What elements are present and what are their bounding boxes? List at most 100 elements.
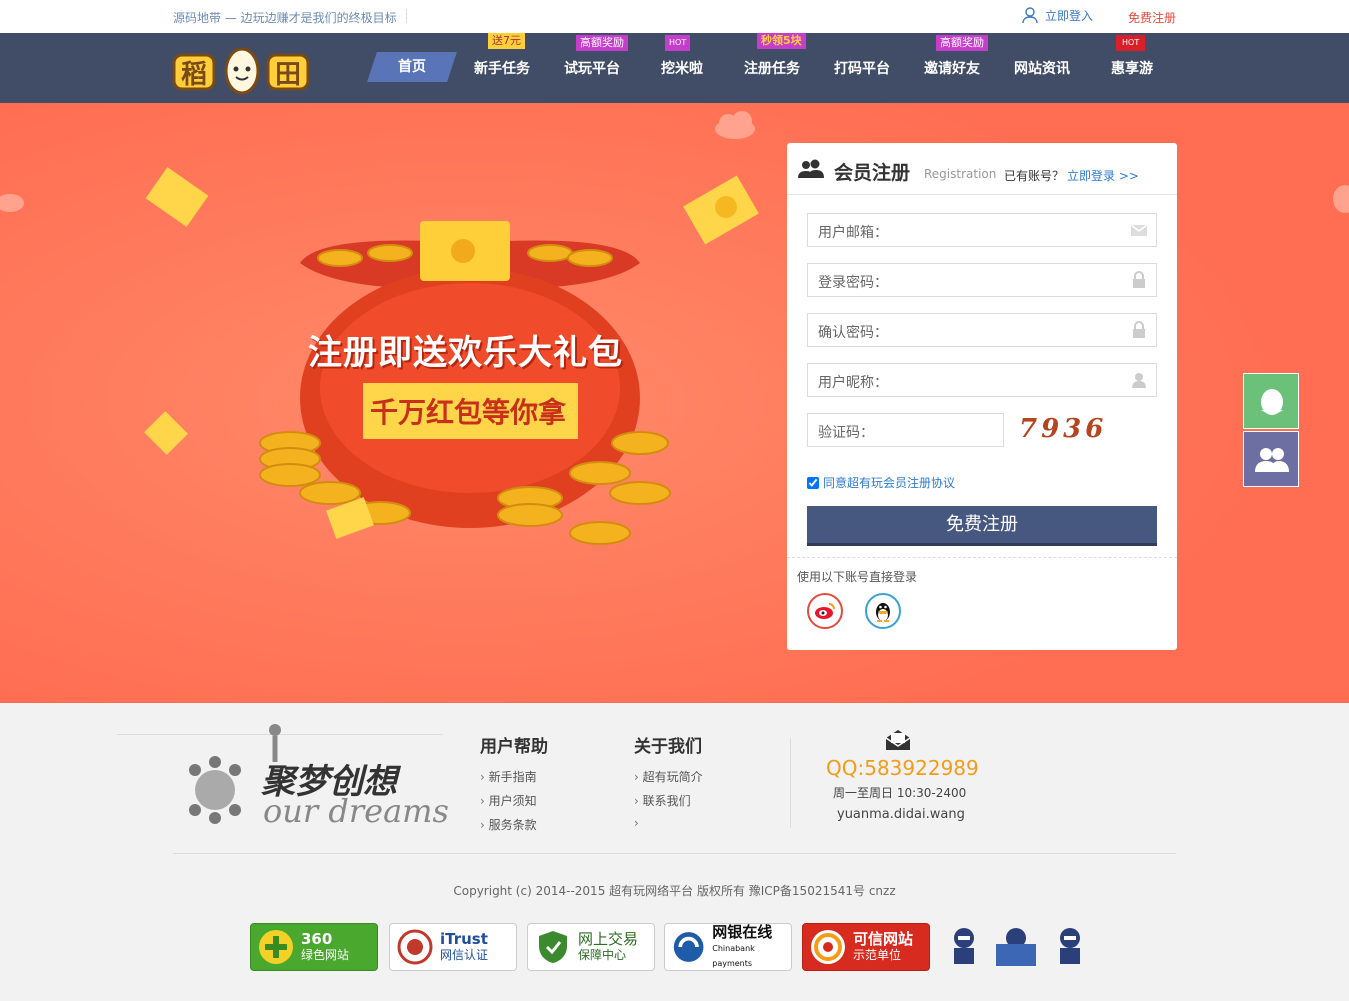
- divider: [787, 557, 1177, 558]
- badge-trade-title: 网上交易: [578, 930, 639, 948]
- badge-invite: 高额奖励: [936, 35, 988, 51]
- badge-trusted-title: 可信网站: [853, 930, 914, 948]
- nickname-label: 用户昵称：: [818, 375, 888, 391]
- nav-trial-platform[interactable]: 试玩平台: [552, 58, 632, 78]
- trusted-seal-icon: [811, 930, 845, 964]
- captcha-label: 验证码：: [818, 425, 874, 441]
- badge-chinabank-sub: Chinabank payments: [712, 943, 755, 968]
- qq-login-button[interactable]: [865, 593, 901, 629]
- register-submit-button[interactable]: 免费注册: [807, 506, 1157, 546]
- group-icon: [1255, 448, 1289, 472]
- about-title: 关于我们: [634, 737, 702, 757]
- email-field[interactable]: 用户邮箱：: [807, 213, 1157, 247]
- help-title: 用户帮助: [480, 737, 548, 757]
- badge-chinabank[interactable]: 网银在线 Chinabank payments: [664, 923, 792, 971]
- login-link[interactable]: 立即登入: [1021, 6, 1093, 24]
- captcha-field[interactable]: 验证码：: [807, 413, 1004, 447]
- badge-trade-guarantee[interactable]: 网上交易 保障中心: [527, 923, 655, 971]
- plus-circle-icon: [259, 930, 293, 964]
- qq-icon: [1261, 389, 1283, 415]
- register-title: 会员注册: [834, 162, 911, 184]
- confirm-password-field[interactable]: 确认密码：: [807, 313, 1157, 347]
- float-qq-button[interactable]: [1243, 373, 1299, 429]
- nav-news[interactable]: 网站资讯: [1002, 58, 1082, 78]
- hero-headline: 注册即送欢乐大礼包: [308, 333, 623, 373]
- service-hours: 周一至周日 10:30-2400: [833, 786, 967, 800]
- password-field[interactable]: 登录密码：: [807, 263, 1157, 297]
- weibo-login-button[interactable]: [807, 593, 843, 629]
- login-now-link[interactable]: 立即登录 >>: [1067, 167, 1139, 184]
- oauth-hint: 使用以下账号直接登录: [797, 570, 918, 584]
- badge-360-sub: 绿色网站: [301, 948, 350, 962]
- badge-register-task: 秒领5块: [757, 33, 806, 49]
- police-badges-icon[interactable]: [942, 922, 1092, 970]
- badge-itrust[interactable]: iTrust 网信认证: [389, 923, 517, 971]
- mail-icon: [1130, 224, 1148, 236]
- site-slogan: 源码地带 — 边玩边赚才是我们的终极目标: [173, 11, 397, 25]
- badge-itrust-title: iTrust: [440, 930, 488, 948]
- main-nav: 稻 田 首页 新手任务 送7元 试玩平台 高额奖励 挖米啦 HOT 注册任务 秒…: [0, 33, 1349, 103]
- nickname-field[interactable]: 用户昵称：: [807, 363, 1157, 397]
- have-account-text: 已有账号？: [1004, 169, 1065, 183]
- itrust-seal-icon: [397, 929, 433, 965]
- shield-icon: [539, 931, 567, 963]
- help-link[interactable]: 用户须知: [480, 792, 537, 809]
- lock-icon: [1133, 271, 1145, 288]
- badge-huixiangyou: HOT: [1116, 35, 1146, 51]
- hero-subheadline: 千万红包等你拿: [370, 396, 567, 429]
- contact-qq: QQ:583922989: [826, 756, 979, 780]
- register-card: 会员注册 Registration 已有账号？ 立即登录 >> 用户邮箱： 登录…: [787, 143, 1177, 650]
- logo-graphic: 稻 田: [172, 47, 310, 95]
- register-subtitle: Registration: [924, 167, 997, 181]
- agree-checkbox[interactable]: [807, 476, 819, 489]
- help-link[interactable]: 新手指南: [480, 768, 537, 785]
- footer-brand-en: our dreams: [263, 792, 449, 830]
- agree-terms-label[interactable]: 同意超有玩会员注册协议: [823, 474, 955, 491]
- help-link[interactable]: 服务条款: [480, 816, 537, 833]
- badge-wamila: HOT: [665, 35, 691, 51]
- confirm-password-label: 确认密码：: [818, 325, 888, 341]
- nav-register-task[interactable]: 注册任务: [732, 58, 812, 78]
- agree-terms[interactable]: 同意超有玩会员注册协议: [807, 474, 955, 491]
- nav-wamila[interactable]: 挖米啦: [642, 58, 722, 78]
- nav-home[interactable]: 首页: [367, 52, 457, 82]
- register-card-header: 会员注册 Registration 已有账号？ 立即登录 >>: [787, 143, 1177, 195]
- nav-newbie-task[interactable]: 新手任务: [462, 58, 542, 78]
- badge-360-green[interactable]: 360 绿色网站: [250, 923, 378, 971]
- divider: [790, 738, 791, 828]
- about-link[interactable]: 超有玩简介: [634, 768, 703, 785]
- qq-penguin-icon: [876, 603, 890, 622]
- mail-open-icon: [885, 730, 911, 750]
- register-link[interactable]: 免费注册: [1128, 9, 1176, 26]
- badge-trade-sub: 保障中心: [578, 948, 627, 962]
- about-link[interactable]: 联系我们: [634, 792, 691, 809]
- site-domain: yuanma.didai.wang: [837, 807, 965, 822]
- badge-chinabank-title: 网银在线: [712, 922, 773, 941]
- person-icon: [1132, 373, 1146, 388]
- users-icon: [798, 159, 824, 178]
- badge-360-title: 360: [301, 930, 333, 948]
- password-label: 登录密码：: [818, 275, 888, 291]
- site-logo[interactable]: 稻 田: [172, 41, 312, 97]
- copyright: Copyright (c) 2014--2015 超有玩网络平台 版权所有 豫I…: [453, 884, 896, 898]
- badge-trusted-site[interactable]: 可信网站 示范单位: [802, 923, 930, 971]
- divider: [173, 853, 1176, 854]
- email-label: 用户邮箱：: [818, 225, 888, 241]
- nav-captcha-platform[interactable]: 打码平台: [822, 58, 902, 78]
- badge-trusted-sub: 示范单位: [853, 948, 902, 962]
- top-bar: 源码地带 — 边玩边赚才是我们的终极目标 立即登入 免费注册: [0, 0, 1349, 33]
- weibo-icon: [815, 603, 835, 619]
- lock-icon: [1133, 321, 1145, 338]
- badge-trial: 高额奖励: [576, 35, 628, 51]
- chinabank-icon: [673, 932, 704, 962]
- nav-huixiangyou[interactable]: 惠享游: [1092, 58, 1172, 78]
- divider: [406, 9, 407, 23]
- svg-text:稻: 稻: [181, 60, 207, 90]
- user-icon: [1022, 7, 1038, 24]
- captcha-image[interactable]: 7936: [1019, 414, 1107, 444]
- nav-invite-friends[interactable]: 邀请好友: [912, 58, 992, 78]
- about-link[interactable]: [634, 816, 639, 830]
- float-group-button[interactable]: [1243, 431, 1299, 487]
- badge-itrust-sub: 网信认证: [440, 948, 489, 962]
- svg-text:田: 田: [275, 60, 301, 90]
